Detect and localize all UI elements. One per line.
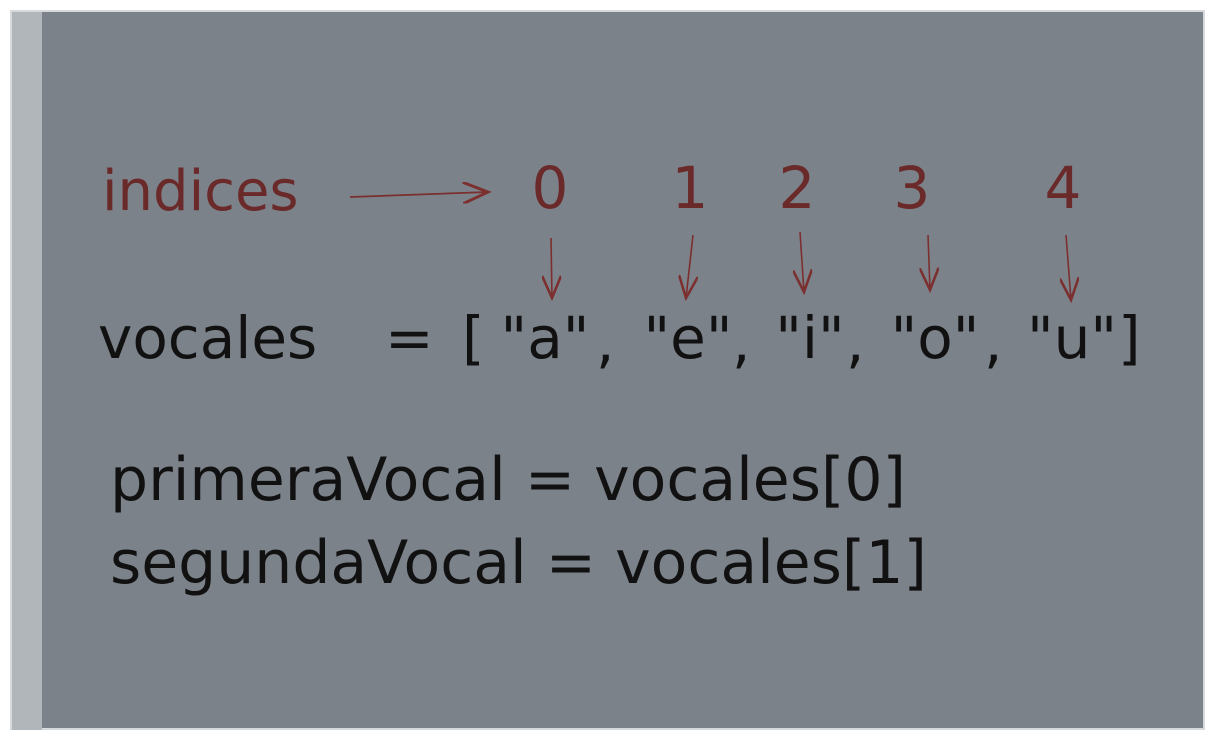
array-open-bracket: [	[462, 304, 485, 372]
array-equals: =	[385, 304, 434, 372]
array-separator-2: ,	[732, 308, 750, 376]
index-arrow-1	[686, 234, 693, 298]
index-arrow-2	[800, 231, 804, 292]
array-element-i: "i"	[775, 304, 844, 372]
index-4: 4	[1045, 154, 1082, 222]
indices-label: indices	[102, 159, 299, 224]
array-separator-1: ,	[596, 308, 614, 376]
indices-arrow	[349, 192, 488, 197]
index-arrow-0	[551, 237, 552, 298]
array-separator-4: ,	[984, 308, 1002, 376]
index-2: 2	[779, 154, 816, 222]
diagram-canvas: indices 0 1 2 3 4 vocales = [ "a" , "e" …	[98, 154, 1141, 598]
statement-segunda-vocal: segundaVocal = vocales[1]	[110, 528, 927, 598]
index-0: 0	[532, 154, 569, 222]
index-arrow-4	[1066, 234, 1071, 300]
array-separator-3: ,	[846, 308, 864, 376]
index-arrow-3	[928, 234, 930, 290]
array-element-u: "u"	[1027, 304, 1117, 372]
array-element-a: "a"	[501, 304, 590, 372]
index-1: 1	[672, 154, 709, 222]
array-element-e: "e"	[643, 304, 732, 372]
statement-primera-vocal: primeraVocal = vocales[0]	[110, 445, 906, 515]
array-close-bracket: ]	[1118, 304, 1141, 372]
array-variable: vocales	[98, 304, 317, 372]
index-3: 3	[894, 154, 931, 222]
array-element-o: "o"	[891, 304, 980, 372]
